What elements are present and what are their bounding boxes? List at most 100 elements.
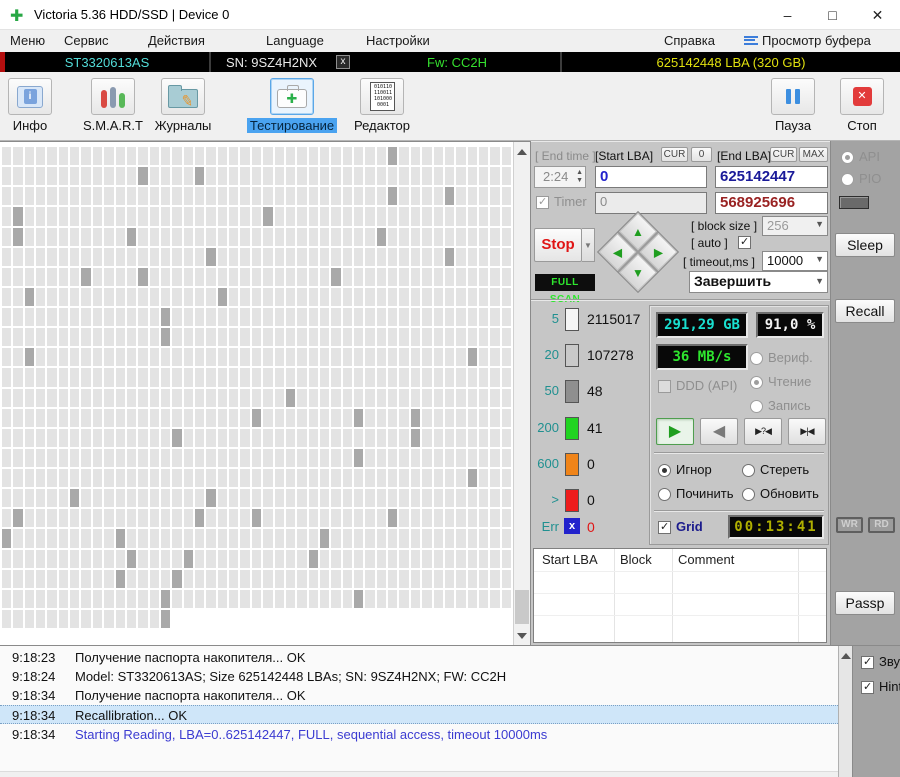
menu-item-buffer-view[interactable]: Просмотр буфера: [762, 33, 871, 48]
tool-stop[interactable]: ✕ Стоп: [836, 78, 888, 133]
action-radio-refresh[interactable]: Обновить: [742, 486, 819, 502]
action-radio-remap[interactable]: Починить: [658, 486, 734, 502]
menu-item-service[interactable]: Сервис: [64, 33, 109, 48]
scan-block: [263, 287, 273, 306]
park-button[interactable]: ▶|◀: [788, 418, 826, 445]
scan-block: [422, 469, 432, 488]
end-max-button[interactable]: MAX: [799, 147, 828, 162]
scan-block: [183, 328, 194, 347]
tool-logs[interactable]: ✎ Журналы: [150, 78, 216, 133]
scan-block: [342, 328, 353, 347]
lba-secondary-input[interactable]: 568925696: [715, 192, 828, 214]
scan-block: [376, 187, 387, 206]
menu-item-language[interactable]: Language: [266, 33, 324, 48]
start-lba-input[interactable]: 0: [595, 166, 707, 188]
scan-block: [274, 348, 284, 367]
scan-block: [399, 509, 409, 528]
tool-test[interactable]: ✚ Тестирование: [244, 78, 340, 133]
hints-checkbox[interactable]: Hints: [861, 679, 900, 695]
scan-block: [456, 489, 466, 508]
scan-block: [115, 509, 125, 528]
recall-button[interactable]: Recall: [835, 299, 895, 323]
scan-block: [217, 247, 228, 266]
scan-block: [444, 549, 455, 568]
scan-block: [2, 388, 12, 407]
scan-block: [251, 308, 262, 327]
scroll-thumb[interactable]: [515, 590, 529, 624]
end-lba-input[interactable]: 625142447: [715, 166, 828, 188]
rd-button: RD: [868, 517, 895, 533]
grid-checkbox[interactable]: Grid: [658, 519, 703, 535]
scan-block: [172, 448, 182, 467]
start-zero-button[interactable]: 0: [691, 147, 712, 162]
after-action-combo[interactable]: Завершить ▼: [689, 271, 828, 293]
log-row[interactable]: 9:18:23 Получение паспорта накопителя... …: [0, 648, 838, 667]
scan-scrollbar[interactable]: [513, 142, 530, 646]
scan-block: [274, 469, 284, 488]
scan-block: [251, 408, 262, 427]
sleep-button[interactable]: Sleep: [835, 233, 895, 257]
action-radio-ignore[interactable]: Игнор: [658, 462, 712, 478]
auto-checkbox[interactable]: [738, 235, 751, 250]
maximize-button[interactable]: □: [810, 0, 855, 30]
log-panel: 9:18:23 Получение паспорта накопителя... …: [0, 645, 900, 777]
scan-stop-button[interactable]: Stop: [534, 228, 582, 262]
start-cur-button[interactable]: CUR: [661, 147, 688, 162]
scan-block: [70, 529, 80, 548]
tool-info[interactable]: i Инфо: [4, 78, 56, 133]
log-row[interactable]: 9:18:24 Model: ST3320613AS; Size 62514244…: [0, 667, 838, 686]
drive-close-icon[interactable]: x: [336, 55, 350, 69]
scan-block: [47, 287, 57, 306]
scan-block: [456, 308, 466, 327]
scan-block: [13, 267, 23, 286]
close-button[interactable]: ✕: [855, 0, 900, 30]
scan-block: [24, 247, 35, 266]
scan-block: [263, 448, 273, 467]
menu-item-help[interactable]: Справка: [664, 33, 715, 48]
sound-checkbox[interactable]: Звук: [861, 654, 900, 670]
scan-block: [285, 589, 296, 608]
menu-item-actions[interactable]: Действия: [148, 33, 205, 48]
scan-block: [365, 368, 375, 387]
menu-item-menu[interactable]: Меню: [10, 33, 45, 48]
scan-block: [456, 267, 466, 286]
scan-block: [2, 247, 12, 266]
tool-smart[interactable]: S.M.A.R.T: [80, 78, 146, 133]
end-cur-button[interactable]: CUR: [770, 147, 797, 162]
tool-editor[interactable]: 010110 110011 101000 0001 Редактор: [346, 78, 418, 133]
scan-block: [240, 509, 250, 528]
scan-block: [104, 489, 114, 508]
tool-pause[interactable]: Пауза: [768, 78, 818, 133]
scan-block: [354, 328, 364, 347]
timeout-combo[interactable]: 10000 ▼: [762, 251, 828, 271]
log-row-selected[interactable]: 9:18:34 Recallibration... OK: [0, 705, 838, 724]
scroll-down-icon[interactable]: [517, 633, 527, 639]
log-scroll-up-icon[interactable]: [841, 653, 851, 659]
scan-block: [376, 469, 387, 488]
menu-item-settings[interactable]: Настройки: [366, 33, 430, 48]
scan-block: [422, 589, 432, 608]
end-time-spinner[interactable]: 2:24 ▲ ▼: [534, 166, 586, 188]
scan-block: [331, 227, 341, 246]
scan-block: [172, 348, 182, 367]
play-back-button[interactable]: ◀: [700, 418, 738, 445]
scroll-up-icon[interactable]: [517, 149, 527, 155]
scan-block: [319, 469, 330, 488]
scan-block: [229, 227, 239, 246]
seek-test-button[interactable]: ▶?◀: [744, 418, 782, 445]
scan-block: [410, 489, 421, 508]
scan-block: [24, 147, 35, 166]
log-row[interactable]: 9:18:34 Получение паспорта накопителя... …: [0, 686, 838, 705]
passp-button[interactable]: Passp: [835, 591, 895, 615]
scan-stop-dropdown[interactable]: ▼: [582, 228, 595, 262]
action-radio-erase[interactable]: Стереть: [742, 462, 809, 478]
minimize-button[interactable]: –: [765, 0, 810, 30]
play-forward-button[interactable]: ▶: [656, 418, 694, 445]
timer-checkbox[interactable]: Timer: [536, 194, 587, 210]
scan-block: [183, 529, 194, 548]
spinner-arrows-icon[interactable]: ▲ ▼: [576, 169, 583, 185]
scan-block: [115, 147, 125, 166]
log-scrollbar[interactable]: [838, 646, 852, 777]
log-row[interactable]: 9:18:34 Starting Reading, LBA=0..62514244…: [0, 725, 838, 744]
scan-block: [456, 287, 466, 306]
